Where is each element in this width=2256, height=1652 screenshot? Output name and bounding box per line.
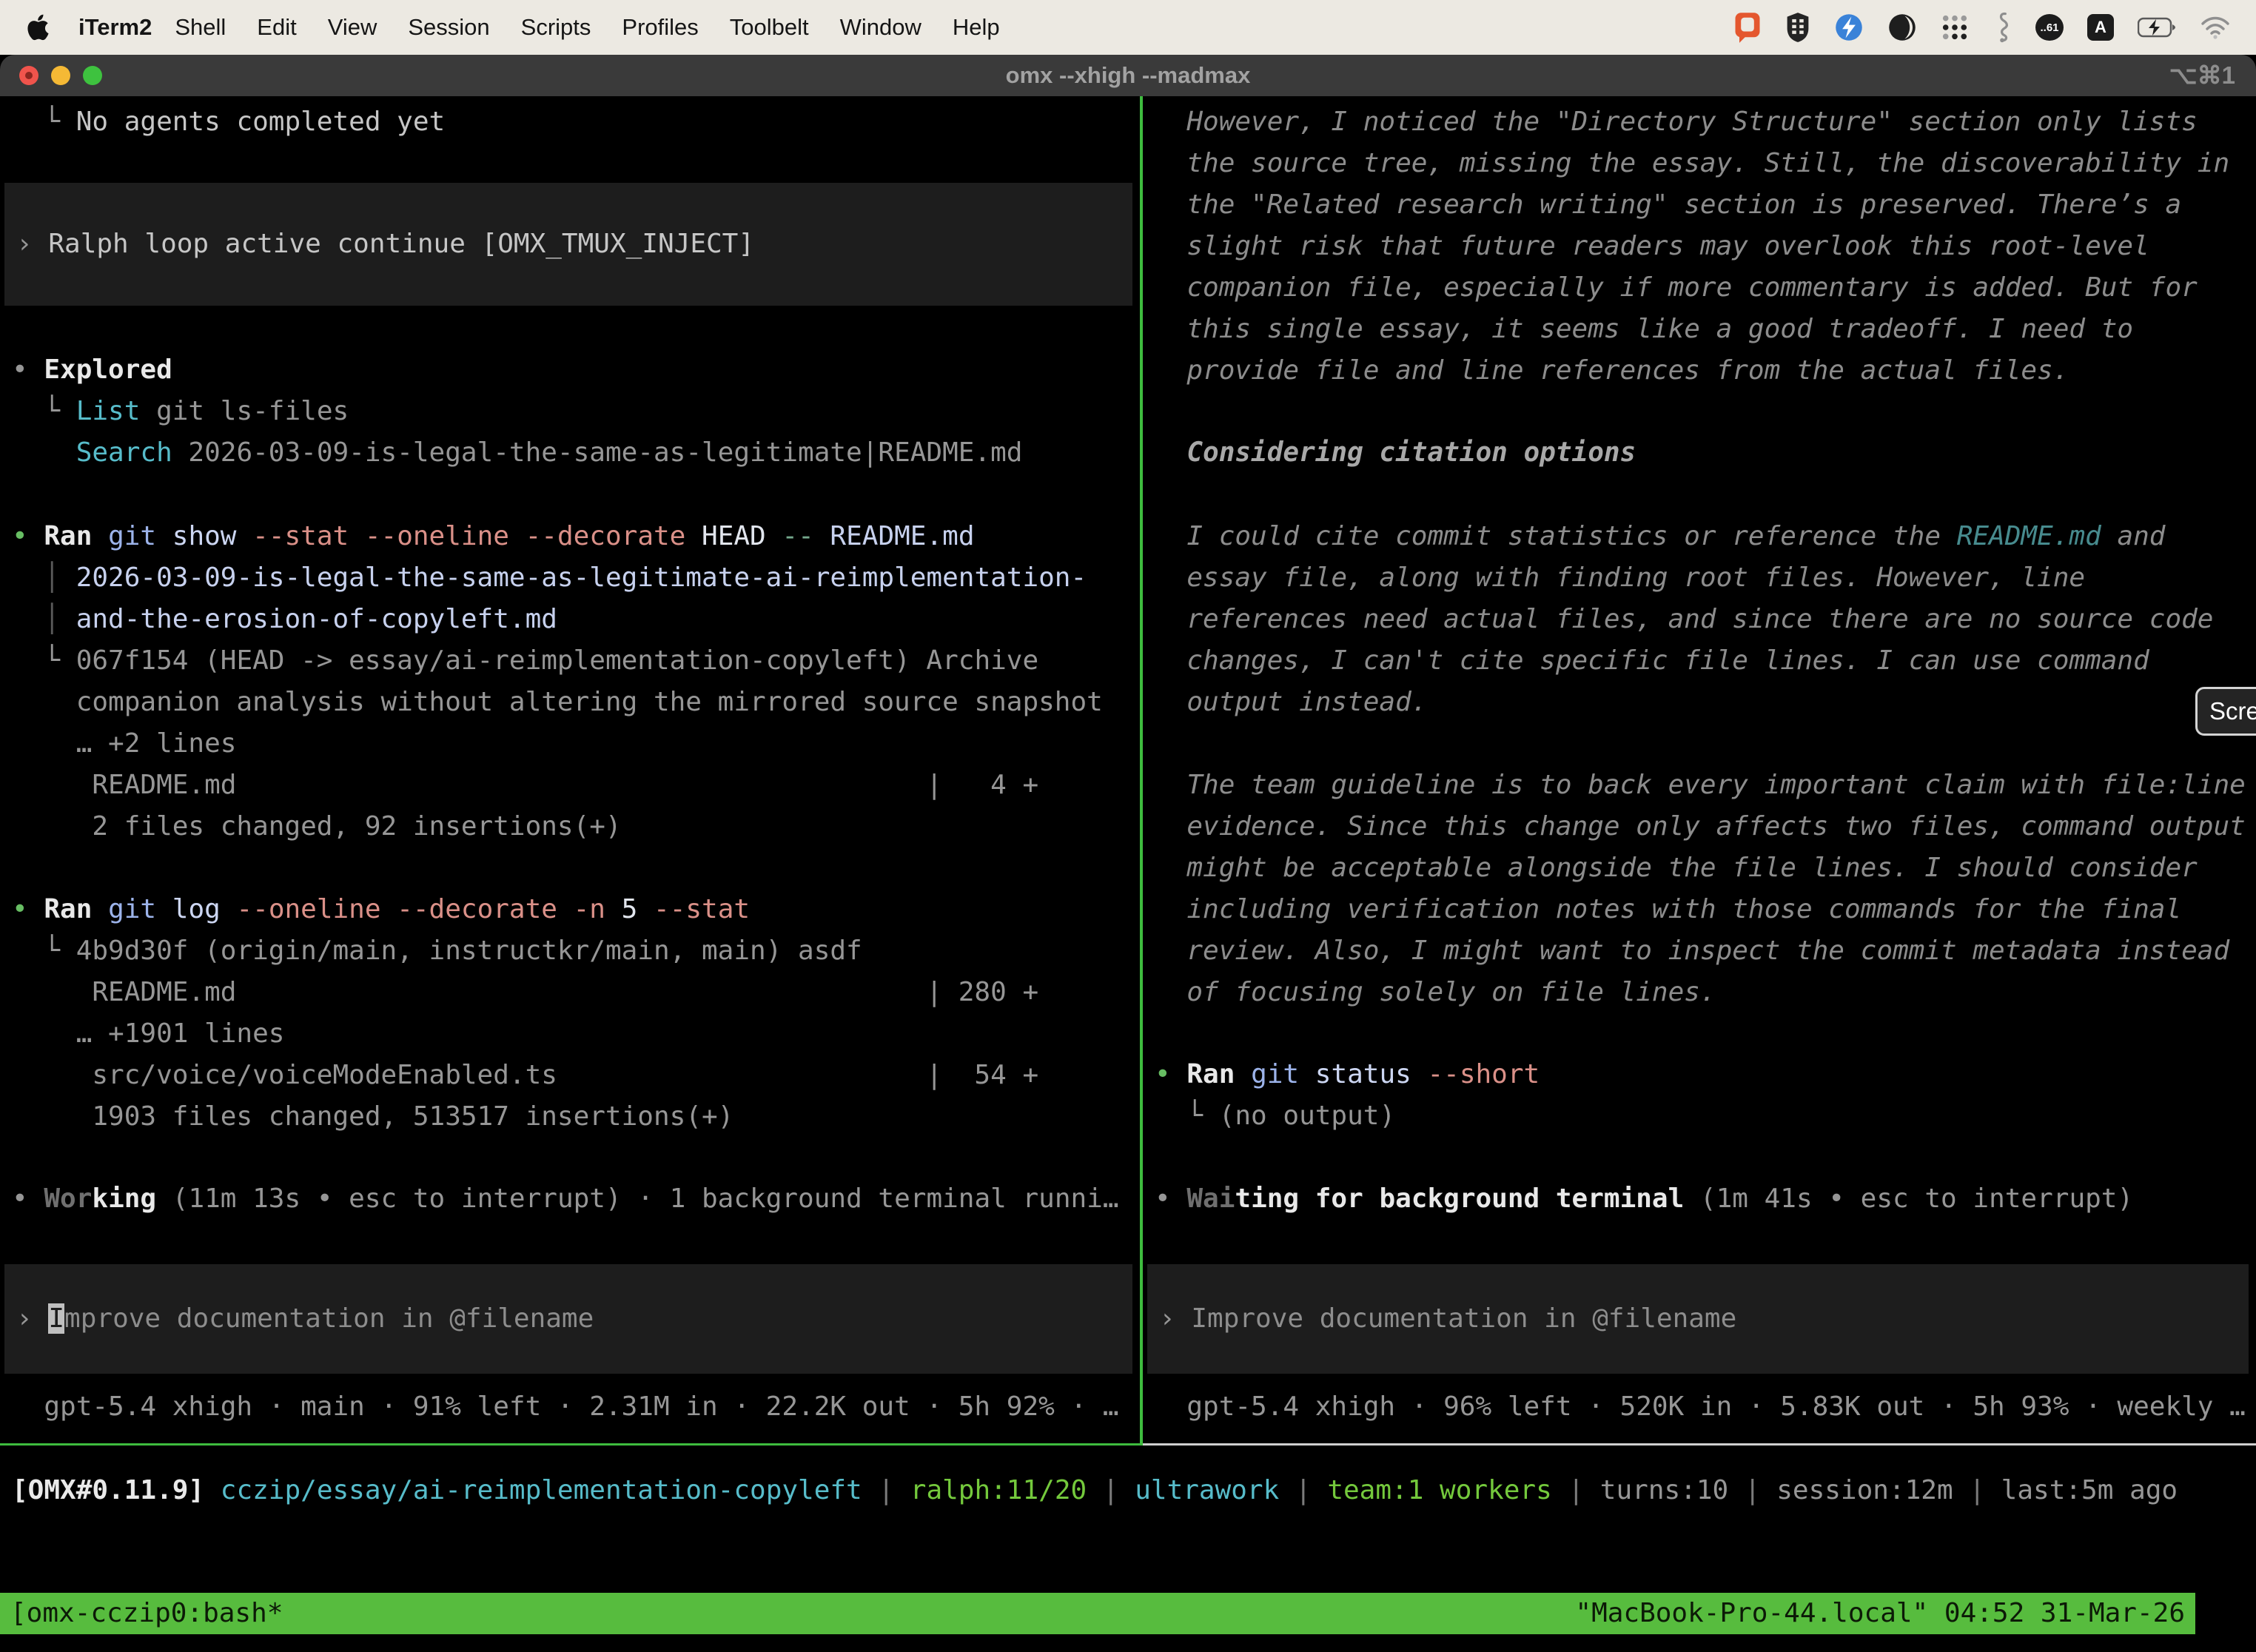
menu-item[interactable]: View bbox=[312, 14, 393, 41]
squiggle-icon[interactable] bbox=[1993, 11, 2012, 44]
prompt-input-right[interactable]: › Improve documentation in @filename bbox=[1147, 1264, 2249, 1374]
git-status-block: • Ran git status --short └ (no output) bbox=[1143, 1054, 2256, 1137]
wifi-icon[interactable] bbox=[2200, 16, 2231, 39]
thinking-heading: Considering citation options bbox=[1143, 432, 2256, 474]
model-status-line-right: gpt-5.4 xhigh · 96% left · 520K in · 5.8… bbox=[1143, 1386, 2256, 1428]
active-pane-bottom-border bbox=[0, 1443, 1143, 1446]
terminal-pane-right[interactable]: However, I noticed the "Directory Struct… bbox=[1143, 96, 2256, 1443]
apple-menu-icon[interactable] bbox=[25, 13, 49, 41]
thinking-paragraph-2: I could cite commit statistics or refere… bbox=[1143, 516, 2256, 723]
omx-status-bar: [OMX#0.11.9] cczip/essay/ai-reimplementa… bbox=[0, 1470, 2256, 1511]
tmux-status-bar: [omx-cczip0:bash* "MacBook-Pro-44.local"… bbox=[0, 1593, 2195, 1634]
menu-item[interactable]: Shell bbox=[159, 14, 241, 41]
tmux-session-window-label[interactable]: [omx-cczip0:bash* bbox=[10, 1593, 283, 1634]
window-title-bar: omx --xhigh --madmax ⌥⌘1 bbox=[0, 55, 2256, 96]
waiting-status-line: • Waiting for background terminal (1m 41… bbox=[1143, 1178, 2256, 1220]
model-status-line-left: gpt-5.4 xhigh · main · 91% left · 2.31M … bbox=[0, 1386, 1140, 1428]
menu-items: ShellEditViewSessionScriptsProfilesToolb… bbox=[159, 14, 1015, 41]
notification-toast[interactable]: Scre bbox=[2195, 687, 2256, 736]
working-status-line: • Working (11m 13s • esc to interrupt) ·… bbox=[0, 1178, 1140, 1220]
screen: iTerm2 ShellEditViewSessionScriptsProfil… bbox=[0, 0, 2256, 1652]
window-title: omx --xhigh --madmax bbox=[0, 55, 2256, 96]
battery-charging-icon[interactable] bbox=[2138, 17, 2176, 38]
app-grid-icon[interactable] bbox=[1941, 13, 1969, 41]
explored-block: • Explored └ List git ls-files Search 20… bbox=[0, 349, 1140, 474]
git-show-block: • Ran git show --stat --oneline --decora… bbox=[0, 516, 1140, 847]
window-shortcut-badge: ⌥⌘1 bbox=[2169, 55, 2235, 96]
notification-toast-label: Scre bbox=[2209, 697, 2256, 725]
shield-grid-icon[interactable] bbox=[1785, 12, 1810, 43]
blue-bolt-badge-icon[interactable] bbox=[1834, 13, 1864, 42]
dark-crescent-icon[interactable] bbox=[1887, 13, 1917, 42]
screen-recording-icon[interactable] bbox=[1733, 11, 1762, 44]
menu-item[interactable]: Session bbox=[392, 14, 505, 41]
git-log-block: • Ran git log --oneline --decorate -n 5 … bbox=[0, 889, 1140, 1138]
menu-app-name[interactable]: iTerm2 bbox=[78, 14, 152, 41]
menu-item[interactable]: Help bbox=[937, 14, 1015, 41]
menubar-status-icons: ..61 A bbox=[1733, 11, 2231, 44]
menu-item[interactable]: Edit bbox=[241, 14, 312, 41]
menu-item[interactable]: Window bbox=[825, 14, 937, 41]
menu-item[interactable]: Toolbelt bbox=[714, 14, 825, 41]
circle-61-badge-icon[interactable]: ..61 bbox=[2035, 14, 2064, 41]
menu-item[interactable]: Profiles bbox=[606, 14, 714, 41]
ralph-loop-banner: › Ralph loop active continue [OMX_TMUX_I… bbox=[4, 183, 1132, 306]
tmux-host-clock-label: "MacBook-Pro-44.local" 04:52 31-Mar-26 bbox=[1575, 1593, 2185, 1634]
thinking-paragraph-1: However, I noticed the "Directory Struct… bbox=[1143, 101, 2256, 392]
agents-summary-line: └ No agents completed yet bbox=[0, 101, 1140, 143]
input-source-a-icon[interactable]: A bbox=[2087, 14, 2114, 41]
prompt-input-left[interactable]: › Improve documentation in @filename bbox=[4, 1264, 1132, 1374]
menu-item[interactable]: Scripts bbox=[506, 14, 607, 41]
inactive-pane-bottom-border bbox=[1143, 1443, 2256, 1446]
menu-bar: iTerm2 ShellEditViewSessionScriptsProfil… bbox=[0, 0, 2256, 55]
thinking-paragraph-3: The team guideline is to back every impo… bbox=[1143, 765, 2256, 1013]
terminal-pane-left[interactable]: └ No agents completed yet › Ralph loop a… bbox=[0, 96, 1140, 1443]
